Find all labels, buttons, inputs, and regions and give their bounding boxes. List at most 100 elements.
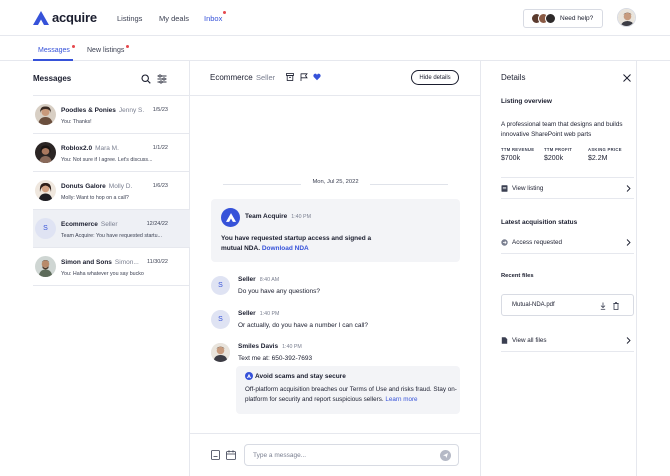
- acquire-logo[interactable]: acquire: [33, 10, 97, 25]
- sender-photo-icon: [211, 343, 230, 362]
- top-bar: acquire Listings My deals Inbox Need hel…: [0, 0, 670, 36]
- recent-files-title: Recent files: [501, 273, 534, 279]
- message-text: Do you have any questions?: [238, 288, 321, 295]
- unread-dot: [126, 45, 130, 48]
- sender-name: Team Acquire: [245, 213, 288, 220]
- conversation-date: 11/30/22: [146, 259, 168, 265]
- support-avatar: [545, 13, 556, 24]
- stat-value: $2.2M: [588, 155, 608, 162]
- message-composer: [190, 433, 481, 476]
- conversation-preview: You: Not sure if I agree. Let's discuss.…: [61, 157, 153, 163]
- stat-asking-price: ASKING PRICE $2.2M: [588, 147, 622, 162]
- conversation-date: 12/24/22: [146, 221, 168, 227]
- heart-icon[interactable]: [313, 73, 321, 81]
- message-time: 1:40 PM: [259, 311, 280, 317]
- trash-icon[interactable]: [613, 302, 619, 310]
- conversation-name: Donuts Galore Molly D.: [61, 183, 132, 190]
- message-header: Seller 1:40 PM: [238, 310, 279, 317]
- acquire-logo-icon: [33, 10, 49, 25]
- tab-new-listings[interactable]: New listings: [87, 45, 130, 54]
- chevron-right-icon: [626, 185, 631, 192]
- archive-icon[interactable]: [286, 73, 294, 81]
- message-header: Smiles Davis 1:40 PM: [238, 343, 302, 350]
- message-time: 8:40 AM: [259, 277, 280, 283]
- chat-header: Ecommerce Seller Hide details: [190, 61, 481, 96]
- chevron-right-icon: [626, 337, 631, 344]
- view-listing-label: View listing: [512, 185, 544, 192]
- stat-label: ASKING PRICE: [588, 147, 622, 152]
- learn-more-link[interactable]: Learn more: [385, 396, 417, 403]
- download-nda-link[interactable]: Download NDA: [262, 245, 309, 252]
- system-message-header: Team Acquire 1:40 PM: [245, 213, 311, 220]
- view-all-files-row[interactable]: View all files: [501, 330, 634, 352]
- search-icon[interactable]: [141, 74, 151, 84]
- message-header: Seller 8:40 AM: [238, 276, 279, 283]
- conversation-title: Simon and Sons: [61, 259, 112, 266]
- nav-inbox[interactable]: Inbox: [204, 11, 227, 23]
- need-help-label: Need help?: [560, 15, 594, 22]
- conversation-item[interactable]: Poodles & Ponies Jenny S. 1/5/23 You: Tha…: [33, 96, 190, 134]
- contact-avatar: S: [35, 218, 56, 239]
- acquisition-status-row[interactable]: Access requested: [501, 232, 634, 254]
- conversation-item[interactable]: Simon and Sons Simon... 11/30/22 You: Hah…: [33, 248, 190, 286]
- need-help-button[interactable]: Need help?: [523, 9, 603, 28]
- conversation-name: Simon and Sons Simon...: [61, 259, 139, 266]
- send-icon: [443, 453, 448, 458]
- conversation-item[interactable]: Roblox2.0 Mara M. 1/1/22 You: Not sure if…: [33, 134, 190, 172]
- support-avatars: [531, 13, 556, 24]
- listing-description: A professional team that designs and bui…: [501, 121, 623, 138]
- acquire-logo-icon: [225, 213, 236, 222]
- view-all-files-label: View all files: [512, 337, 547, 344]
- hide-details-button[interactable]: Hide details: [411, 70, 459, 85]
- nav-inbox-label: Inbox: [204, 14, 223, 23]
- warning-text: Off-platform acquisition breaches our Te…: [245, 385, 457, 405]
- contact-photo-icon: [35, 142, 56, 163]
- view-listing-row[interactable]: View listing: [501, 177, 634, 199]
- sender-avatar: [211, 343, 230, 362]
- conversation-item[interactable]: Donuts Galore Molly D. 1/6/23 Molly: Want…: [33, 172, 190, 210]
- conversation-person: Molly D.: [108, 183, 133, 190]
- filter-icon[interactable]: [157, 74, 167, 84]
- stat-label: TTM REVENUE: [501, 147, 535, 152]
- document-icon: [501, 185, 508, 192]
- sender-name: Seller: [238, 310, 256, 317]
- security-warning: Avoid scams and stay secure Off-platform…: [236, 366, 460, 414]
- chat-title: Ecommerce: [210, 73, 253, 82]
- tab-messages[interactable]: Messages: [38, 45, 75, 54]
- acquisition-status-value: Access requested: [512, 239, 563, 246]
- conversation-title: Roblox2.0: [61, 145, 93, 152]
- contact-avatar: [35, 256, 56, 277]
- contact-avatar: [35, 142, 56, 163]
- contact-avatar: [35, 104, 56, 125]
- user-avatar[interactable]: [617, 8, 636, 27]
- shield-icon: [245, 372, 253, 380]
- conversation-name: Ecommerce Seller: [61, 221, 117, 228]
- sender-avatar: S: [211, 310, 230, 329]
- message-time: 1:40 PM: [291, 214, 311, 220]
- message-input[interactable]: [244, 444, 459, 466]
- send-button[interactable]: [440, 450, 451, 461]
- conversation-preview: You: Thanks!: [61, 119, 92, 125]
- calendar-icon[interactable]: [226, 450, 236, 460]
- system-message-text: You have requested startup access and si…: [221, 234, 391, 253]
- flag-icon[interactable]: [300, 73, 308, 81]
- contact-avatar: [35, 180, 56, 201]
- conversation-name: Poodles & Ponies Jenny S.: [61, 107, 144, 114]
- message-text: Or actually, do you have a number I can …: [238, 322, 368, 329]
- conversation-person: Seller: [100, 221, 118, 228]
- nav-my-deals[interactable]: My deals: [159, 14, 189, 23]
- nav-listings[interactable]: Listings: [117, 14, 142, 23]
- conversation-item-selected[interactable]: S Ecommerce Seller 12/24/22 Team Acquire:…: [33, 210, 190, 248]
- user-avatar-icon: [618, 9, 635, 26]
- close-icon[interactable]: [623, 74, 631, 82]
- stat-label: TTM PROFIT: [544, 147, 573, 152]
- warning-body: Off-platform acquisition breaches our Te…: [245, 386, 457, 403]
- attach-file-icon[interactable]: [211, 450, 220, 460]
- brand-name: acquire: [52, 10, 97, 25]
- file-name[interactable]: Mutual-NDA.pdf: [512, 302, 555, 308]
- conversation-date: 1/5/23: [152, 107, 168, 113]
- conversation-date: 1/6/23: [152, 183, 168, 189]
- date-divider: Mon, Jul 25, 2022: [223, 179, 448, 189]
- download-icon[interactable]: [600, 302, 606, 310]
- listing-overview-title: Listing overview: [501, 98, 552, 105]
